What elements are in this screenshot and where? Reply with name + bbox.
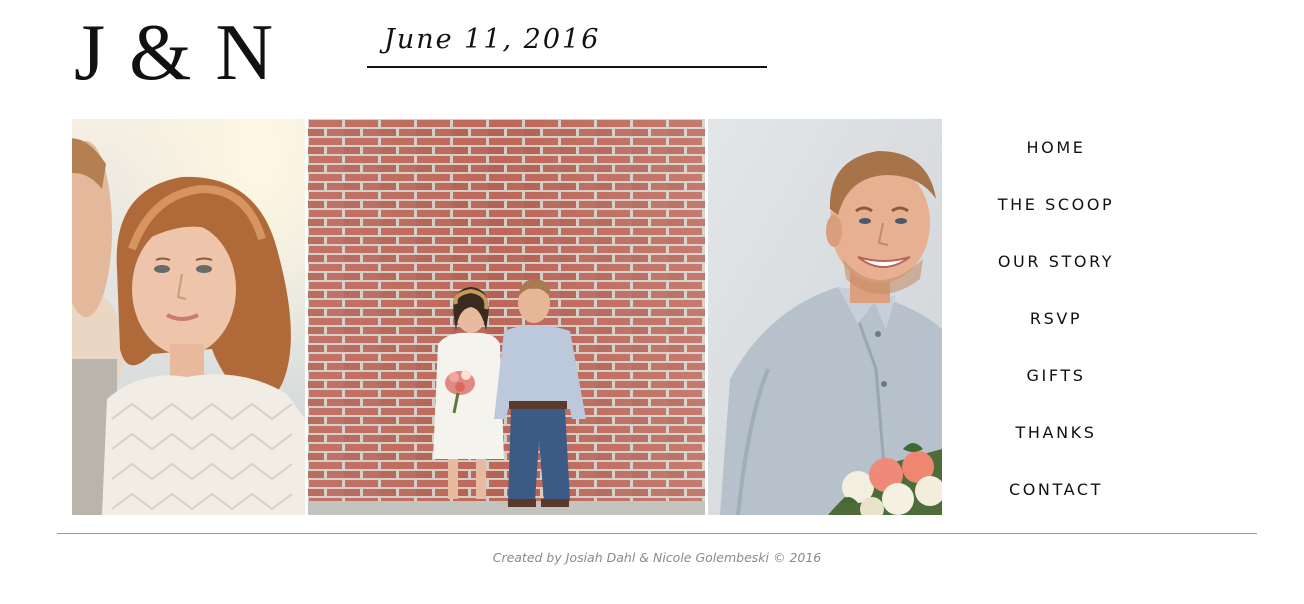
nav-link-gifts[interactable]: GIFTS bbox=[1027, 366, 1086, 385]
nav-item-our-story: OUR STORY bbox=[960, 233, 1152, 290]
nav-link-rsvp[interactable]: RSVP bbox=[1030, 309, 1082, 328]
nav-item-gifts: GIFTS bbox=[960, 347, 1152, 404]
nav-link-the-scoop[interactable]: THE SCOOP bbox=[998, 195, 1115, 214]
footer-divider bbox=[57, 533, 1257, 534]
nav-link-our-story[interactable]: OUR STORY bbox=[998, 252, 1114, 271]
couple-brick-wall-photo bbox=[308, 119, 705, 515]
groom-bouquet-photo bbox=[708, 119, 942, 515]
wedding-date-block: June 11, 2016 bbox=[367, 22, 767, 68]
nav-link-home[interactable]: HOME bbox=[1027, 138, 1086, 157]
main-navigation: HOME THE SCOOP OUR STORY RSVP GIFTS THAN… bbox=[960, 119, 1152, 518]
nav-item-home: HOME bbox=[960, 119, 1152, 176]
footer-credit: Created by Josiah Dahl & Nicole Golembes… bbox=[492, 550, 822, 565]
couple-closeup-photo bbox=[72, 119, 305, 515]
nav-item-thanks: THANKS bbox=[960, 404, 1152, 461]
nav-item-rsvp: RSVP bbox=[960, 290, 1152, 347]
nav-item-contact: CONTACT bbox=[960, 461, 1152, 518]
nav-item-the-scoop: THE SCOOP bbox=[960, 176, 1152, 233]
wedding-date: June 11, 2016 bbox=[384, 24, 601, 55]
site-monogram[interactable]: J & N bbox=[74, 8, 275, 98]
nav-link-thanks[interactable]: THANKS bbox=[1016, 423, 1097, 442]
nav-link-contact[interactable]: CONTACT bbox=[1009, 480, 1103, 499]
